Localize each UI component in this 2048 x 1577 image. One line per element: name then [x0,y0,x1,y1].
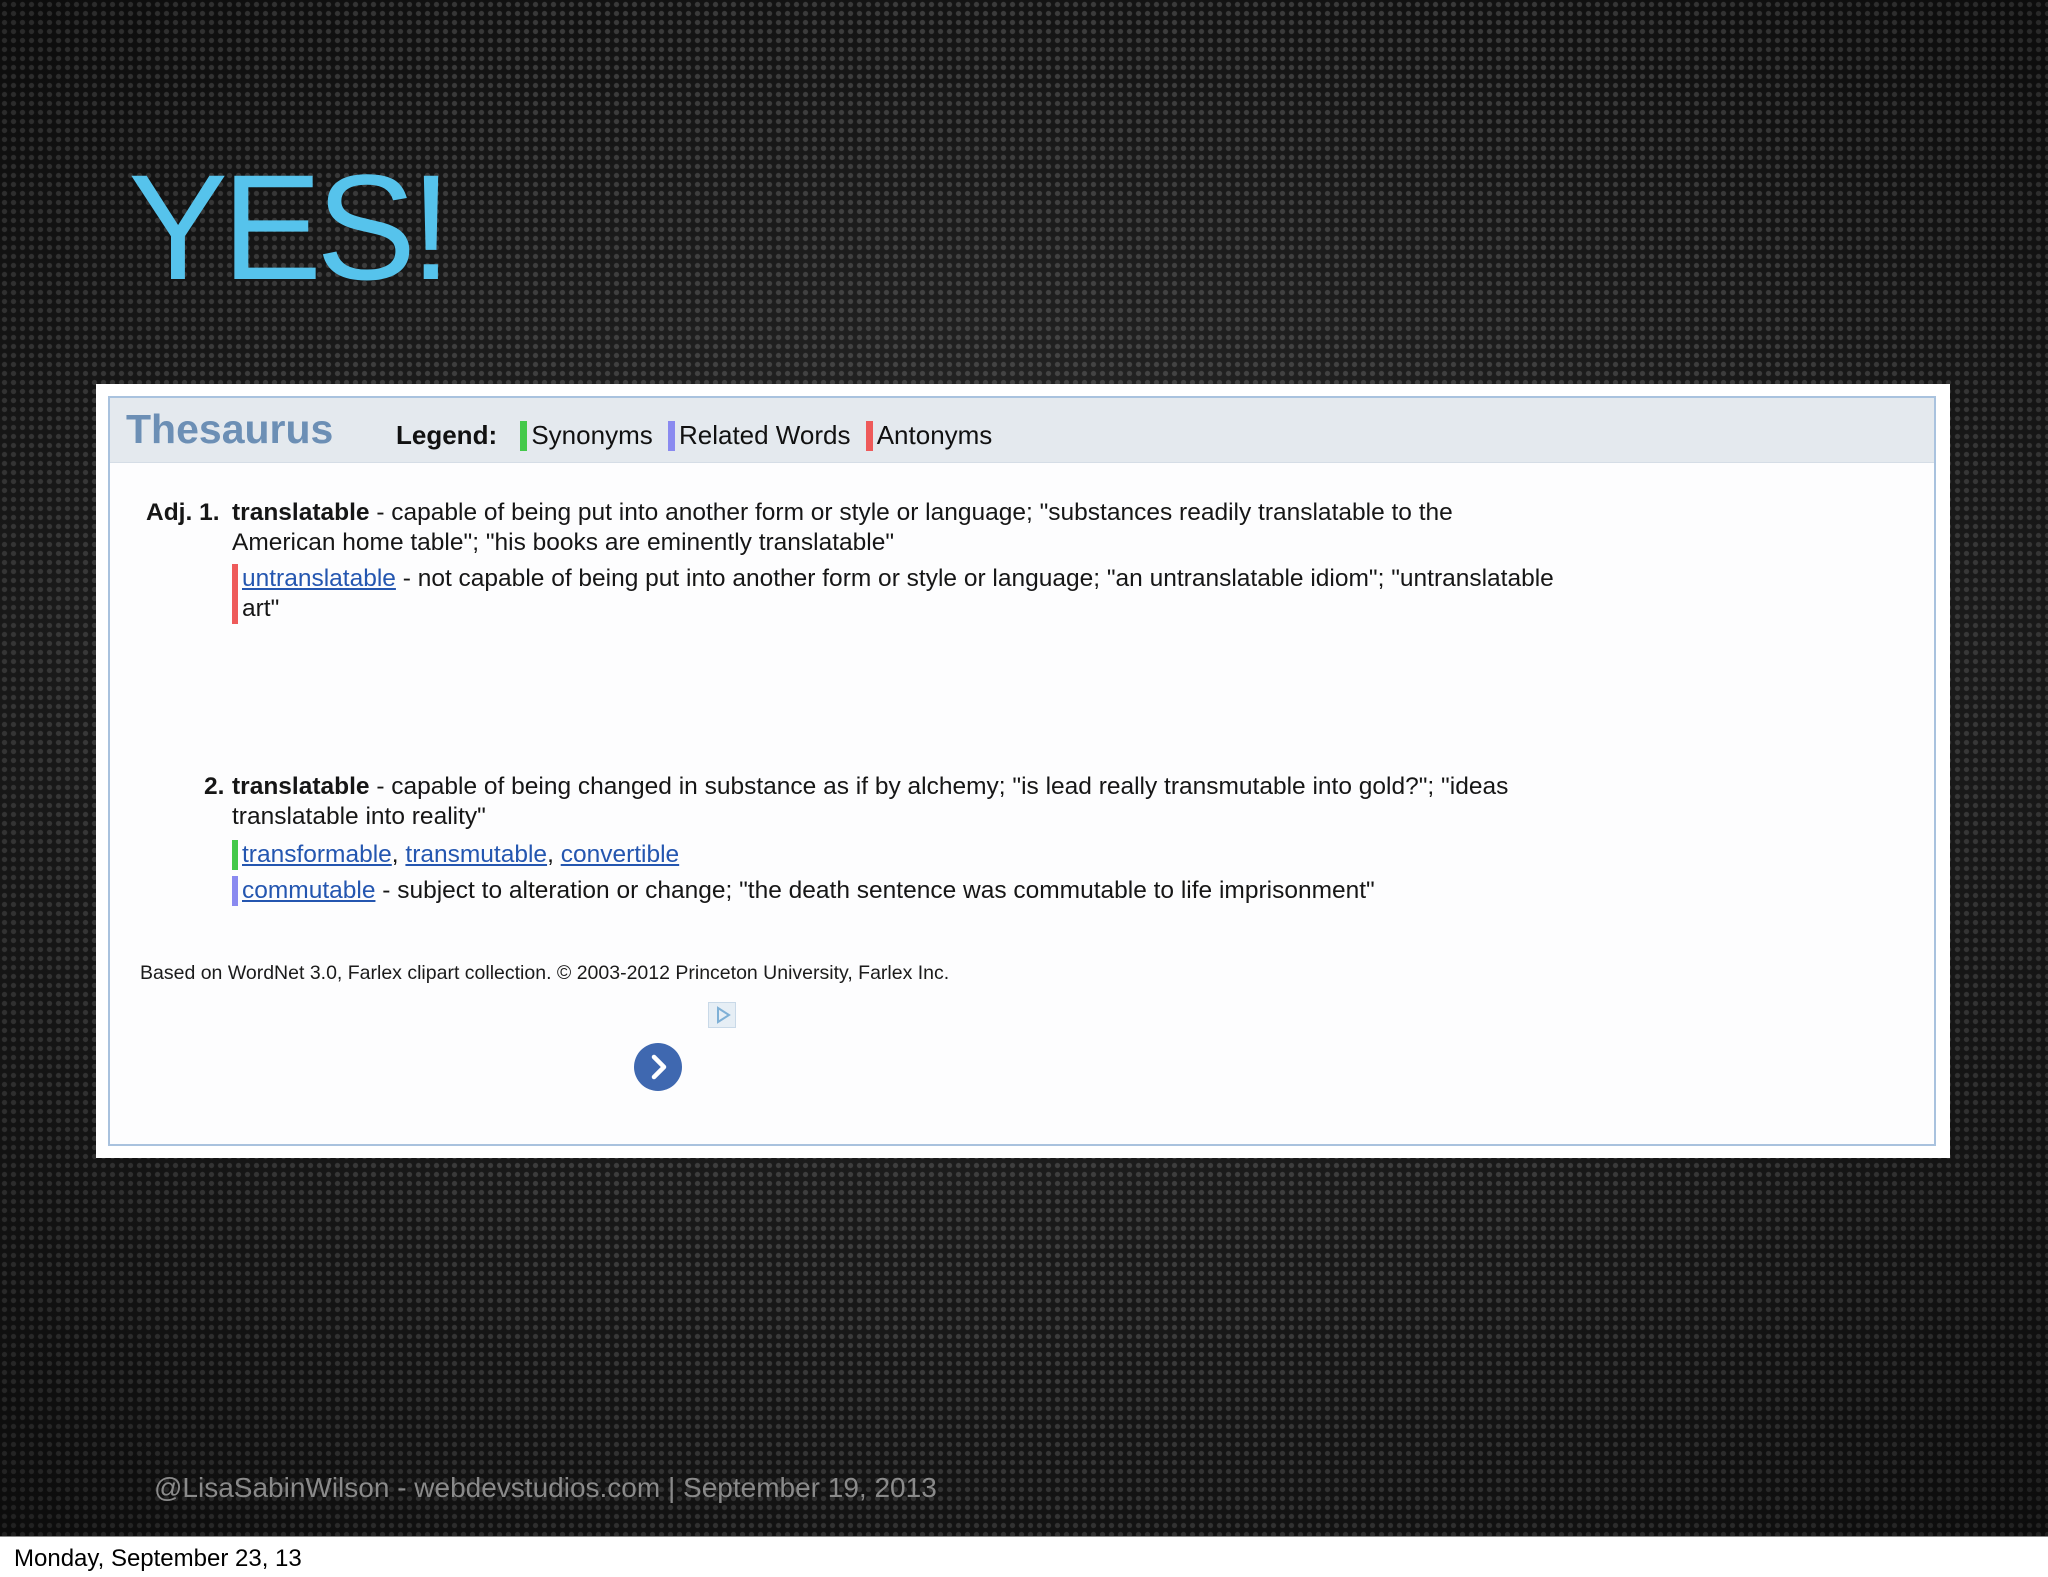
wordnet-attribution: Based on WordNet 3.0, Farlex clipart col… [140,962,950,984]
related-link-commutable[interactable]: commutable [242,877,375,904]
synonym-separator-2: , [547,841,561,868]
ad-choices-icon[interactable] [708,1002,736,1028]
chevron-right-icon[interactable] [634,1043,682,1091]
status-bar: Monday, September 23, 13 [0,1536,2048,1577]
status-date: Monday, September 23, 13 [14,1545,302,1572]
synonym-link-transformable[interactable]: transformable [242,841,392,868]
sense-2-definition: translatable - capable of being changed … [232,772,1508,832]
slide-title: YES! [128,143,452,311]
synonyms-bar [232,840,238,870]
sense-2-number: 2. [204,773,225,800]
synonym-link-convertible[interactable]: convertible [561,841,679,868]
related-words-bar [232,876,238,906]
sense-2: 2. translatable - capable of being chang… [110,398,1934,906]
synonyms-line: transformable, transmutable, convertible [232,840,679,870]
thesaurus-screenshot: Thesaurus Legend: Synonyms Related Words… [96,384,1950,1158]
synonym-separator-1: , [391,841,406,868]
sense-2-definition-line1: - capable of being changed in substance … [369,773,1509,800]
synonym-link-transmutable[interactable]: transmutable [405,841,547,868]
sense-2-definition-line2: translatable into reality" [232,803,486,830]
thesaurus-panel: Thesaurus Legend: Synonyms Related Words… [108,396,1936,1146]
related-words-line: commutable - subject to alteration or ch… [232,876,1375,906]
sense-2-headword: translatable [232,773,370,800]
slide-footer-credit: @LisaSabinWilson - webdevstudios.com | S… [154,1472,937,1503]
presentation-slide: YES! Thesaurus Legend: Synonyms Related … [0,0,2048,1536]
related-definition: - subject to alteration or change; "the … [375,877,1375,904]
